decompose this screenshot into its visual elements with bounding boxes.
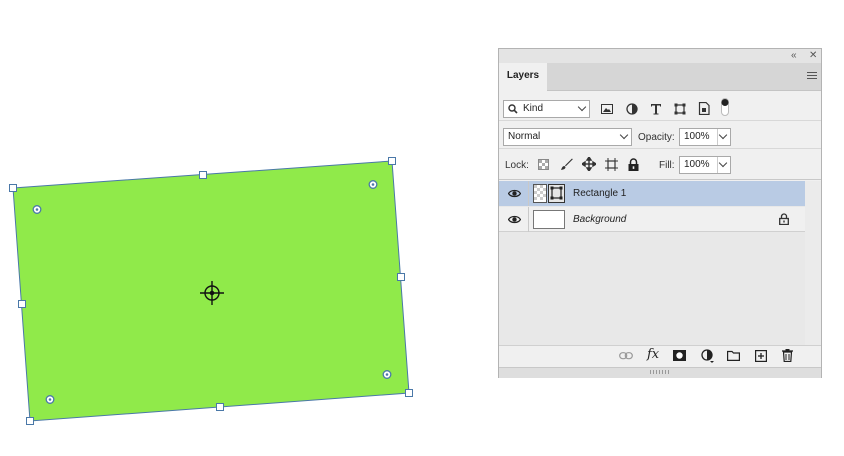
visibility-eye-icon[interactable] <box>508 215 521 224</box>
new-group-icon[interactable] <box>727 350 740 361</box>
panel-tab-row: Layers <box>499 63 821 91</box>
handle-bottom-middle[interactable] <box>216 403 224 411</box>
double-chevron-left-icon[interactable]: « <box>791 50 797 62</box>
new-layer-icon[interactable] <box>755 350 767 362</box>
fill-value: 100% <box>684 159 710 170</box>
layer-name[interactable]: Rectangle 1 <box>573 188 626 199</box>
shape-filter-icon[interactable] <box>674 103 686 115</box>
smart-object-filter-icon[interactable] <box>698 102 710 115</box>
adjustment-filter-icon[interactable] <box>626 103 638 115</box>
layer-row-background[interactable]: Background <box>499 207 805 232</box>
search-icon <box>508 104 518 114</box>
opacity-value: 100% <box>684 131 710 142</box>
handle-bottom-left[interactable] <box>26 417 34 425</box>
opacity-label: Opacity: <box>638 132 675 143</box>
background-layer-thumbnail[interactable] <box>533 210 565 229</box>
layer-row-rectangle-1[interactable]: Rectangle 1 <box>499 181 805 206</box>
layer-lock-icon <box>779 213 789 225</box>
handle-top-right[interactable] <box>388 157 396 165</box>
handle-middle-left[interactable] <box>18 300 26 308</box>
layers-panel: « ✕ Layers Kind Normal Opacity: 100% Loc… <box>498 48 822 378</box>
fx-icon[interactable]: fx <box>647 347 659 362</box>
image-filter-icon[interactable] <box>601 104 613 114</box>
opacity-field[interactable]: 100% <box>679 128 731 146</box>
kind-filter-select[interactable]: Kind <box>503 100 590 118</box>
handle-bottom-right[interactable] <box>405 389 413 397</box>
type-filter-icon[interactable] <box>650 103 662 115</box>
panel-menu-icon[interactable] <box>807 72 817 81</box>
lock-all-icon[interactable] <box>628 158 639 171</box>
lock-row: Lock: Fill: 100% <box>499 150 821 180</box>
lock-transparency-icon[interactable] <box>538 159 549 170</box>
lock-label: Lock: <box>505 160 529 171</box>
blend-row: Normal Opacity: 100% <box>499 122 821 149</box>
lock-pixels-brush-icon[interactable] <box>560 158 573 171</box>
tab-layers[interactable]: Layers <box>499 63 547 91</box>
panel-title-bar: « ✕ <box>499 49 821 63</box>
close-icon[interactable]: ✕ <box>809 50 817 62</box>
shape-layer-thumbnail[interactable] <box>533 184 565 203</box>
layers-scrollbar[interactable] <box>805 181 821 345</box>
handle-top-left[interactable] <box>9 184 17 192</box>
handle-top-middle[interactable] <box>199 171 207 179</box>
delete-layer-icon[interactable] <box>782 349 793 362</box>
lock-position-move-icon[interactable] <box>582 157 596 171</box>
shape-layer-thumbnail-icon <box>533 184 565 203</box>
fill-field[interactable]: 100% <box>679 156 731 174</box>
link-layers-icon[interactable] <box>619 352 633 360</box>
handle-middle-right[interactable] <box>397 273 405 281</box>
filter-row: Kind <box>499 92 821 121</box>
lock-artboard-icon[interactable] <box>605 158 618 171</box>
layers-list[interactable]: Rectangle 1 Background <box>499 181 805 345</box>
add-mask-icon[interactable] <box>673 350 686 361</box>
filter-toggle-icon[interactable] <box>721 98 729 116</box>
visibility-eye-icon[interactable] <box>508 189 521 198</box>
blend-mode-value: Normal <box>508 131 541 142</box>
kind-label: Kind <box>523 103 544 114</box>
layer-name[interactable]: Background <box>573 214 626 225</box>
panel-resize-grip[interactable] <box>499 367 821 378</box>
fill-label: Fill: <box>659 160 675 171</box>
layers-bottom-toolbar: fx <box>499 345 821 365</box>
adjustment-layer-icon[interactable] <box>701 349 714 363</box>
blend-mode-select[interactable]: Normal <box>503 128 632 146</box>
